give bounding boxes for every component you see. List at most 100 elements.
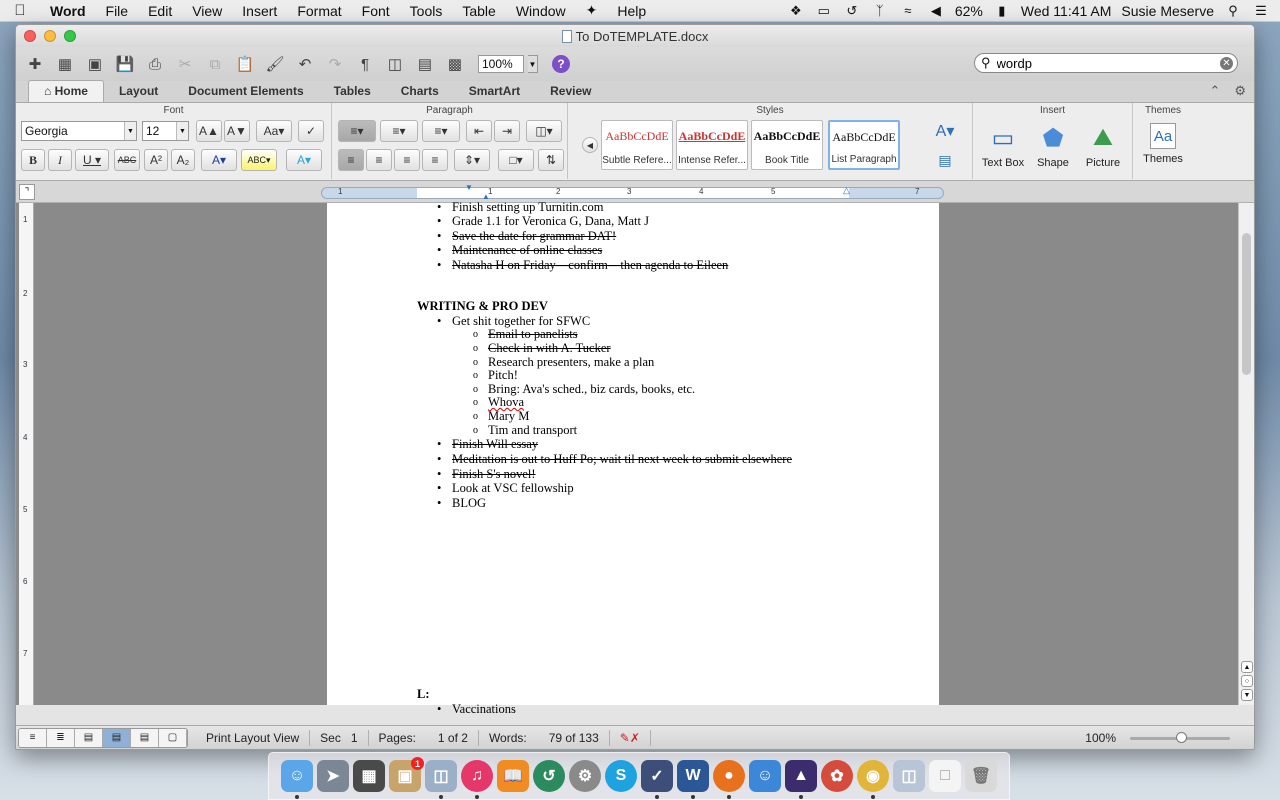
app-icon[interactable]: ▲	[785, 760, 817, 799]
list-item[interactable]: • Meditation is out to Huff Po; wait til …	[437, 452, 792, 466]
columns-button[interactable]: ◫▾	[526, 120, 562, 142]
media-browser-icon[interactable]: ▩	[442, 52, 468, 76]
battery-percent[interactable]: 62%	[955, 3, 983, 19]
list-item[interactable]: • Get shit together for SFWC	[437, 314, 590, 328]
publishing-view-icon[interactable]: ▤	[75, 728, 103, 747]
maximize-window-button[interactable]	[64, 30, 76, 42]
menu-view[interactable]: View	[182, 3, 232, 19]
text-box-button[interactable]: ▭ Text Box	[977, 119, 1029, 177]
align-center-button[interactable]: ≡	[366, 149, 392, 171]
right-indent-marker[interactable]: △	[843, 185, 850, 196]
search-icon[interactable]: ⚲	[981, 55, 991, 71]
notification-center-icon[interactable]: ☰	[1252, 3, 1270, 19]
script-icon[interactable]: ✦	[576, 2, 608, 19]
text-styles-icon[interactable]: A▾	[930, 120, 960, 142]
close-window-button[interactable]	[24, 30, 36, 42]
text-effects-button[interactable]: A▾	[286, 149, 322, 171]
battery-icon[interactable]: ▮	[993, 3, 1011, 19]
list-item[interactable]: • Finish setting up Turnitin.com	[437, 200, 603, 214]
strikethrough-button[interactable]: ABC	[114, 149, 140, 171]
search-input[interactable]	[996, 55, 1197, 71]
tab-layout[interactable]: Layout	[104, 81, 173, 102]
list-item[interactable]: • Save the date for grammar DAT!	[437, 229, 616, 243]
photo-icon[interactable]: ▣ 1	[389, 757, 424, 792]
outline-view-icon[interactable]: ≣	[47, 728, 75, 747]
ibooks-icon[interactable]: 📖	[497, 760, 529, 792]
dropbox-icon[interactable]: ❖	[787, 3, 805, 19]
cut-icon[interactable]: ✂	[172, 52, 198, 76]
tab-charts[interactable]: Charts	[386, 81, 454, 102]
horizontal-ruler[interactable]: 1 1 2 3 4 5 7 ▼ ▲ △	[321, 183, 944, 201]
italic-button[interactable]: I	[48, 149, 72, 171]
tab-review[interactable]: Review	[535, 81, 606, 102]
sidebar-icon[interactable]: ▤	[412, 52, 438, 76]
proofing-status-icon[interactable]: ✎✗	[610, 729, 651, 746]
sub-list-item[interactable]: o Bring: Ava's sched., biz cards, books, …	[473, 382, 695, 396]
line-spacing-button[interactable]: ⇕▾	[454, 149, 490, 171]
zoom-slider[interactable]	[1130, 732, 1230, 743]
save-icon[interactable]: 💾	[112, 52, 138, 76]
shrink-font-button[interactable]: A▼	[224, 120, 250, 142]
help-button[interactable]: ?	[552, 55, 570, 73]
tab-smartart[interactable]: SmartArt	[454, 81, 535, 102]
undo-icon[interactable]: ↶	[292, 52, 318, 76]
section-heading[interactable]: L:	[417, 687, 430, 701]
notebook-view-icon[interactable]: ▤	[131, 728, 159, 747]
finder-icon[interactable]: ☺	[281, 760, 313, 799]
collapse-ribbon-icon[interactable]: ⌃	[1209, 83, 1220, 99]
itunes-icon[interactable]: ♫	[461, 760, 493, 799]
word-icon[interactable]: W	[677, 760, 709, 799]
vertical-scrollbar[interactable]: ▲ ○ ▼	[1238, 203, 1254, 705]
previous-page-icon[interactable]: ▲	[1241, 661, 1253, 673]
calculator-icon[interactable]: ▦	[353, 760, 385, 792]
paste-icon[interactable]: 📋	[232, 52, 258, 76]
pilcrow-icon[interactable]: ¶	[352, 52, 378, 76]
sub-list-item[interactable]: o Check in with A. Tucker	[473, 341, 611, 355]
copy-icon[interactable]: ⧉	[202, 52, 228, 76]
list-item[interactable]: • Vaccinations	[437, 702, 516, 716]
sub-list-item[interactable]: o Mary M	[473, 409, 529, 423]
numbering-button[interactable]: ≡▾	[380, 120, 418, 142]
browse-object-icon[interactable]: ○	[1241, 675, 1253, 687]
justify-button[interactable]: ≡	[422, 149, 448, 171]
menu-table[interactable]: Table	[452, 3, 505, 19]
align-right-button[interactable]: ≡	[394, 149, 420, 171]
zoom-field[interactable]: 100%	[478, 55, 524, 73]
style-list-paragraph[interactable]: AaBbCcDdE List Paragraph	[828, 120, 900, 170]
bluetooth-icon[interactable]: ᛉ	[871, 3, 889, 18]
templates-icon[interactable]: ▦	[52, 52, 78, 76]
superscript-button[interactable]: A²	[144, 149, 168, 171]
airplay-icon[interactable]: ▭	[815, 3, 833, 19]
egp-icon[interactable]: ✓	[641, 760, 673, 799]
preview2-icon[interactable]: ◫	[893, 760, 925, 792]
pages-indicator[interactable]: Pages: 1 of 2	[369, 729, 479, 746]
wifi-icon[interactable]: ≈	[899, 3, 917, 18]
view-icon[interactable]: ◫	[382, 52, 408, 76]
styles-prev-icon[interactable]: ◀	[582, 137, 598, 153]
draft-view-icon[interactable]: ≡	[19, 728, 47, 747]
zoom-dropdown-icon[interactable]: ▼	[528, 55, 538, 73]
chrome-icon[interactable]: ◉	[857, 760, 889, 799]
multilevel-list-button[interactable]: ≡▾	[422, 120, 460, 142]
decrease-indent-button[interactable]: ⇤	[466, 120, 492, 142]
apple-icon[interactable]: 	[0, 2, 40, 19]
focus-view-icon[interactable]: ▢	[159, 728, 187, 747]
sub-list-item[interactable]: o Email to panelists	[473, 327, 578, 341]
spotlight-icon[interactable]: ⚲	[1224, 3, 1242, 19]
format-painter-icon[interactable]: 🖌	[262, 52, 288, 76]
section-indicator[interactable]: Sec 1	[310, 729, 369, 746]
minimize-window-button[interactable]	[44, 30, 56, 42]
sub-list-item[interactable]: o Tim and transport	[473, 423, 577, 437]
style-subtle-reference[interactable]: AaBbCcDdE Subtle Refere...	[601, 120, 673, 170]
list-item[interactable]: • Maintenance of online classes	[437, 243, 602, 257]
volume-icon[interactable]: ◀	[927, 3, 945, 19]
first-line-indent-marker[interactable]: ▼	[465, 183, 473, 192]
style-book-title[interactable]: AaBbCcDdE Book Title	[751, 120, 823, 170]
clear-search-icon[interactable]: ✕	[1220, 57, 1233, 70]
menu-file[interactable]: File	[96, 3, 139, 19]
change-case-button[interactable]: Aa▾	[256, 120, 292, 142]
document-page[interactable]: • Finish setting up Turnitin.com • Grade 1…	[327, 200, 939, 716]
tab-selector-icon[interactable]: ⌝	[19, 184, 35, 200]
scrollbar-thumb[interactable]	[1242, 233, 1251, 375]
list-item[interactable]: • Grade 1.1 for Veronica G, Dana, Matt J	[437, 214, 649, 228]
